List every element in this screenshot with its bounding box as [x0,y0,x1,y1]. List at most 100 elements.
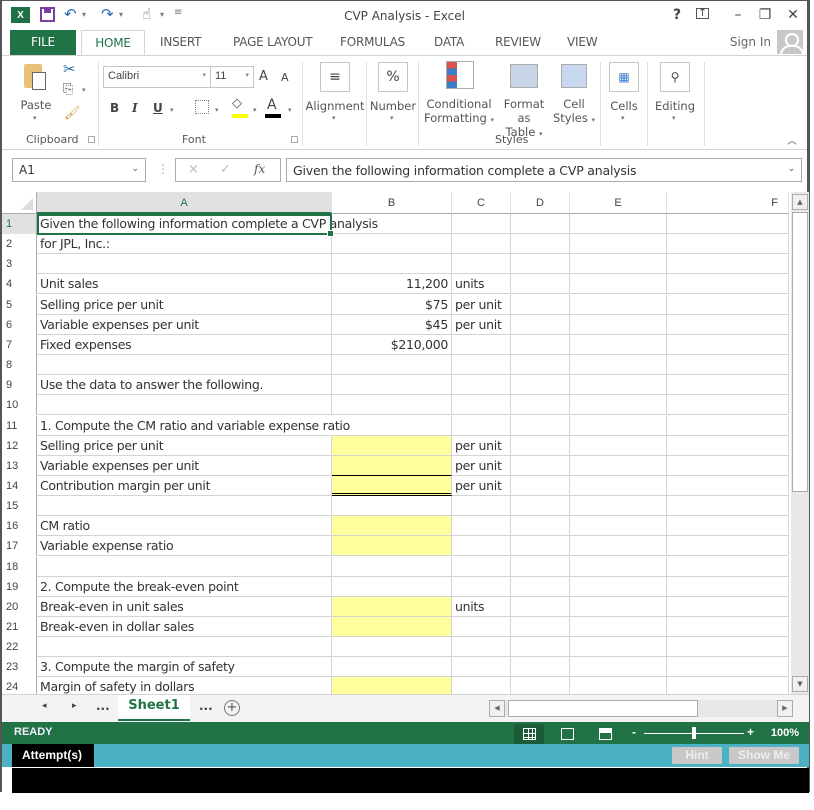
cell-d21[interactable] [511,617,570,637]
zoom-in-button[interactable]: + [747,725,754,739]
page-layout-view-button[interactable] [552,724,582,744]
scroll-left-icon[interactable]: ◀ [489,700,505,717]
cell-f2[interactable] [667,234,789,255]
cell-e8[interactable] [570,355,667,376]
underline-button[interactable]: U [153,101,163,115]
cell-c13[interactable]: per unit [452,455,511,476]
cell-e18[interactable] [570,556,667,577]
select-all-button[interactable] [2,192,37,214]
cell-a21[interactable]: Break-even in dollar sales [37,617,332,637]
cell-e16[interactable] [570,516,667,537]
help-button[interactable]: ? [666,7,688,23]
cell-e2[interactable] [570,234,667,255]
cell-f20[interactable] [667,596,789,617]
column-header-b[interactable]: B [332,192,452,214]
cell-e14[interactable] [570,475,667,496]
cell-e15[interactable] [570,496,667,517]
scroll-down-icon[interactable]: ▼ [792,676,808,692]
cell-b15[interactable] [332,496,452,517]
conditional-formatting-button[interactable]: Conditional Formatting ▾ [421,56,494,132]
cell-c10[interactable] [452,395,511,416]
cell-a8[interactable] [37,355,332,376]
cell-c18[interactable] [452,556,511,577]
cell-b17[interactable] [332,536,452,557]
cell-e12[interactable] [570,435,667,456]
cell-f8[interactable] [667,355,789,376]
cell-f1[interactable] [667,214,789,234]
cell-b6[interactable]: $45 [332,314,452,335]
format-painter-icon[interactable]: 🖌 [64,106,81,121]
name-box[interactable]: A1 ⌄ [12,158,146,182]
cell-e6[interactable] [570,314,667,335]
tab-view[interactable]: VIEW [567,30,598,55]
cell-d8[interactable] [511,355,570,376]
paste-button[interactable]: Paste ▾ [20,60,52,122]
row-header[interactable]: 22 [2,637,37,658]
cell-b5[interactable]: $75 [332,294,452,315]
cell-e9[interactable] [570,375,667,396]
cell-b23[interactable] [332,657,452,678]
more-sheets-right-button[interactable]: ... [199,699,213,713]
row-header[interactable]: 2 [2,234,37,255]
borders-dropdown-icon[interactable]: ▾ [215,106,219,114]
tab-data[interactable]: DATA [434,30,464,55]
show-me-button[interactable]: Show Me [729,747,799,764]
column-header-f[interactable]: F [667,192,789,214]
cell-a20[interactable]: Break-even in unit sales [37,596,332,617]
zoom-out-button[interactable]: - [632,725,636,739]
row-header[interactable]: 15 [2,496,37,517]
font-color-dropdown-icon[interactable]: ▾ [288,106,292,114]
row-header[interactable]: 14 [2,475,37,496]
cell-c7[interactable] [452,334,511,355]
cell-b8[interactable] [332,355,452,376]
cell-f23[interactable] [667,657,789,678]
column-header-c[interactable]: C [452,192,511,214]
cell-a1[interactable]: Given the following information complete… [37,214,378,234]
cell-f4[interactable] [667,274,789,295]
bold-button[interactable]: B [110,101,119,115]
cell-c8[interactable] [452,355,511,376]
cell-d7[interactable] [511,334,570,355]
row-header[interactable]: 19 [2,576,37,597]
column-header-d[interactable]: D [511,192,570,214]
cell-f9[interactable] [667,375,789,396]
cell-c4[interactable]: units [452,274,511,295]
row-header[interactable]: 24 [2,677,37,694]
cell-b16[interactable] [332,516,452,537]
cell-d22[interactable] [511,637,570,658]
cell-a6[interactable]: Variable expenses per unit [37,314,332,335]
cell-e4[interactable] [570,274,667,295]
zoom-slider-thumb[interactable] [692,727,696,739]
cell-d2[interactable] [511,234,570,255]
clipboard-launcher-icon[interactable] [88,136,95,143]
shrink-font-button[interactable]: A [281,71,289,84]
enter-icon[interactable]: ✓ [220,162,231,177]
cell-e22[interactable] [570,637,667,658]
cell-f24[interactable] [667,677,789,694]
row-header[interactable]: 20 [2,596,37,617]
cell-c14[interactable]: per unit [452,475,511,496]
cell-c2[interactable] [452,234,511,255]
cell-d11[interactable] [511,415,570,436]
cell-d19[interactable] [511,576,570,597]
cells-button[interactable]: ▦ Cells ▾ [602,56,646,132]
cell-f19[interactable] [667,576,789,597]
cell-a10[interactable] [37,395,332,416]
cell-a7[interactable]: Fixed expenses [37,334,332,355]
cell-d6[interactable] [511,314,570,335]
cell-d9[interactable] [511,375,570,396]
cell-c3[interactable] [452,254,511,275]
editing-button[interactable]: ⚲ Editing ▾ [649,56,701,132]
cell-c17[interactable] [452,536,511,557]
cell-e13[interactable] [570,455,667,476]
cell-d17[interactable] [511,536,570,557]
cell-f12[interactable] [667,435,789,456]
cell-a24[interactable]: Margin of safety in dollars [37,677,332,694]
cell-c1[interactable] [452,214,511,234]
resize-handle[interactable]: ⋮ [157,162,169,176]
hint-button[interactable]: Hint [672,747,722,764]
row-header[interactable]: 12 [2,435,37,456]
cell-d16[interactable] [511,516,570,537]
row-header[interactable]: 16 [2,516,37,537]
next-sheet-icon[interactable]: ▸ [72,701,77,711]
